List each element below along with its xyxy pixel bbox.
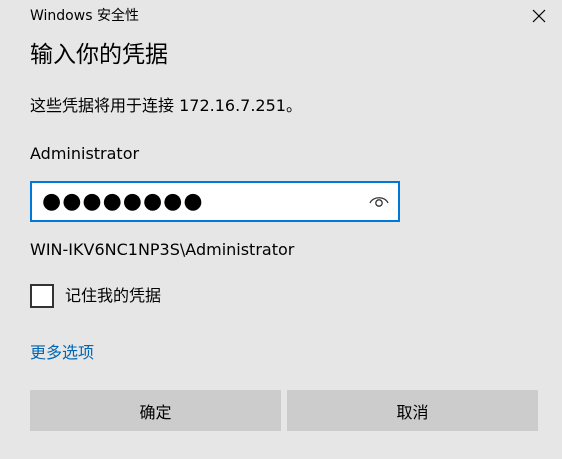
- credentials-dialog: Windows 安全性 输入你的凭据 这些凭据将用于连接 172.16.7.25…: [0, 0, 562, 459]
- reveal-password-button[interactable]: [366, 190, 392, 214]
- close-icon: [532, 9, 546, 23]
- window-title: Windows 安全性: [30, 8, 139, 24]
- dialog-heading: 输入你的凭据: [30, 42, 168, 68]
- password-field[interactable]: ●●●●●●●●: [30, 181, 400, 222]
- password-value: ●●●●●●●●: [42, 189, 204, 214]
- more-options-link[interactable]: 更多选项: [30, 342, 94, 364]
- cancel-button[interactable]: 取消: [287, 390, 538, 431]
- remember-credentials[interactable]: 记住我的凭据: [30, 284, 161, 308]
- ok-button[interactable]: 确定: [30, 390, 281, 431]
- close-button[interactable]: [522, 0, 556, 32]
- remember-checkbox[interactable]: [30, 284, 54, 308]
- username-label: Administrator: [30, 144, 140, 163]
- remember-label[interactable]: 记住我的凭据: [65, 285, 161, 307]
- eye-icon: [369, 193, 389, 212]
- connect-description: 这些凭据将用于连接 172.16.7.251。: [30, 96, 302, 115]
- domain-username: WIN-IKV6NC1NP3S\Administrator: [30, 240, 295, 259]
